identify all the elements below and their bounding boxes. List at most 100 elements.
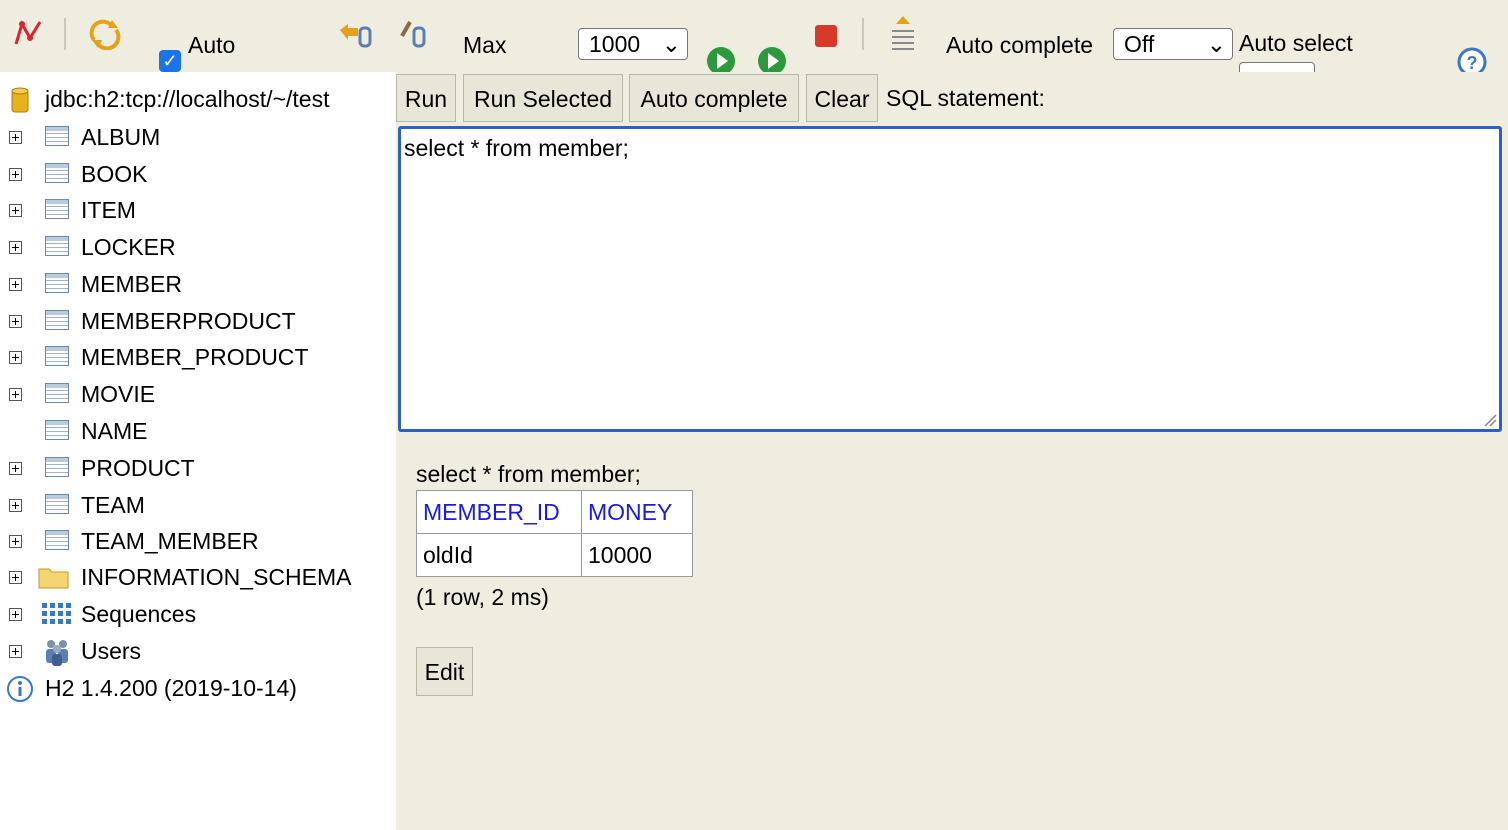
- expand-icon[interactable]: [9, 168, 22, 181]
- table-node[interactable]: LOCKER: [0, 232, 396, 266]
- help-icon[interactable]: ?: [1456, 46, 1488, 72]
- run-icon[interactable]: [706, 46, 736, 72]
- users-label: Users: [81, 638, 142, 664]
- sql-statement-label: SQL statement:: [886, 85, 1045, 111]
- auto-commit-label: Auto: [188, 32, 236, 58]
- expand-icon[interactable]: [9, 499, 22, 512]
- table-name: MEMBERPRODUCT: [81, 308, 296, 334]
- auto-commit-checkbox[interactable]: ✓: [159, 50, 181, 72]
- table-node[interactable]: MEMBER_PRODUCT: [0, 342, 396, 376]
- schema-tree: jdbc:h2:tcp://localhost/~/test ALBUM BOO…: [0, 72, 396, 830]
- auto-complete-label: Auto complete: [946, 32, 1094, 58]
- expand-icon[interactable]: [9, 645, 22, 658]
- auto-complete-value: Off: [1124, 31, 1155, 57]
- table-icon: [45, 126, 69, 146]
- table-name: MEMBER_PRODUCT: [81, 344, 309, 370]
- expand-icon[interactable]: [9, 535, 22, 548]
- max-rows-label: Max: [463, 32, 507, 58]
- table-icon: [45, 457, 69, 477]
- table-node[interactable]: TEAM_MEMBER: [0, 526, 396, 560]
- expand-icon[interactable]: [9, 351, 22, 364]
- auto-complete-select[interactable]: Off ⌄: [1113, 28, 1233, 60]
- expand-icon[interactable]: [9, 241, 22, 254]
- sequences-label: Sequences: [81, 601, 197, 627]
- expand-icon[interactable]: [9, 388, 22, 401]
- version-label: H2 1.4.200 (2019-10-14): [45, 675, 297, 701]
- table-node[interactable]: MEMBERPRODUCT: [0, 306, 396, 340]
- table-name: MEMBER: [81, 271, 182, 297]
- table-icon: [45, 383, 69, 403]
- chevron-down-icon: ⌄: [1206, 31, 1226, 57]
- schema-node[interactable]: INFORMATION_SCHEMA: [0, 562, 396, 596]
- expand-icon[interactable]: [9, 315, 22, 328]
- expand-icon[interactable]: [9, 571, 22, 584]
- result-summary: (1 row, 2 ms): [416, 584, 549, 610]
- edit-button[interactable]: Edit: [416, 647, 473, 696]
- users-node[interactable]: Users: [0, 636, 396, 670]
- table-icon: [45, 420, 69, 440]
- sequences-icon: [42, 603, 71, 624]
- run-selected-button[interactable]: Run Selected: [463, 74, 623, 122]
- table-node[interactable]: MOVIE: [0, 379, 396, 413]
- table-icon: [45, 236, 69, 256]
- table-name: BOOK: [81, 161, 148, 187]
- max-rows-value: 1000: [589, 31, 641, 57]
- table-icon: [45, 199, 69, 219]
- clear-button[interactable]: Clear: [806, 74, 878, 122]
- query-pane: Run Run Selected Auto complete Clear SQL…: [396, 72, 1508, 830]
- run-button[interactable]: Run: [396, 74, 456, 122]
- max-rows-select[interactable]: 1000 ⌄: [578, 28, 688, 60]
- table-cell: oldId: [416, 533, 582, 577]
- auto-select-label: Auto select: [1239, 30, 1353, 56]
- history-icon[interactable]: [888, 14, 918, 54]
- table-node[interactable]: MEMBER: [0, 269, 396, 303]
- expand-icon[interactable]: [9, 131, 22, 144]
- table-name: TEAM: [81, 492, 145, 518]
- toolbar: ✓ Auto Max 1000 ⌄ Auto complete Off ⌄ Au…: [0, 0, 1508, 72]
- result-table: MEMBER_ID MONEY oldId 10000: [416, 490, 693, 577]
- auto-select-select[interactable]: [1239, 62, 1315, 72]
- table-node[interactable]: NAME: [0, 416, 396, 450]
- table-node[interactable]: BOOK: [0, 159, 396, 193]
- table-name: PRODUCT: [81, 455, 195, 481]
- database-icon: [11, 87, 29, 113]
- table-header-row: MEMBER_ID MONEY: [416, 490, 693, 534]
- table-node[interactable]: ITEM: [0, 195, 396, 229]
- table-name: TEAM_MEMBER: [81, 528, 259, 554]
- sequences-node[interactable]: Sequences: [0, 599, 396, 633]
- users-icon: [46, 640, 68, 666]
- table-node[interactable]: TEAM: [0, 490, 396, 524]
- auto-complete-button[interactable]: Auto complete: [629, 74, 799, 122]
- schema-name: INFORMATION_SCHEMA: [81, 564, 352, 590]
- run-selected-icon[interactable]: [757, 46, 787, 72]
- table-name: NAME: [81, 418, 148, 444]
- table-node[interactable]: ALBUM: [0, 122, 396, 156]
- connection-url: jdbc:h2:tcp://localhost/~/test: [45, 86, 330, 112]
- sql-text: select * from member;: [404, 135, 629, 161]
- expand-icon[interactable]: [9, 278, 22, 291]
- result-query: select * from member;: [416, 461, 641, 487]
- table-icon: [45, 530, 69, 550]
- table-node[interactable]: PRODUCT: [0, 453, 396, 487]
- table-icon: [45, 273, 69, 293]
- refresh-icon[interactable]: [88, 18, 122, 50]
- expand-icon[interactable]: [9, 608, 22, 621]
- table-cell: 10000: [581, 533, 693, 577]
- expand-icon[interactable]: [9, 204, 22, 217]
- table-name: ITEM: [81, 197, 136, 223]
- table-row: oldId 10000: [416, 533, 693, 577]
- table-icon: [45, 163, 69, 183]
- column-header[interactable]: MEMBER_ID: [416, 490, 582, 534]
- expand-icon[interactable]: [9, 462, 22, 475]
- resize-handle-icon[interactable]: [1483, 413, 1497, 427]
- sql-editor[interactable]: select * from member;: [398, 126, 1502, 432]
- connection-node[interactable]: jdbc:h2:tcp://localhost/~/test: [0, 84, 396, 118]
- column-header[interactable]: MONEY: [581, 490, 693, 534]
- folder-icon: [38, 568, 69, 589]
- commit-icon[interactable]: [398, 18, 430, 48]
- table-icon: [45, 494, 69, 514]
- stop-icon[interactable]: [814, 24, 838, 48]
- rollback-icon[interactable]: [336, 20, 372, 48]
- table-name: ALBUM: [81, 124, 161, 150]
- disconnect-icon[interactable]: [12, 18, 44, 48]
